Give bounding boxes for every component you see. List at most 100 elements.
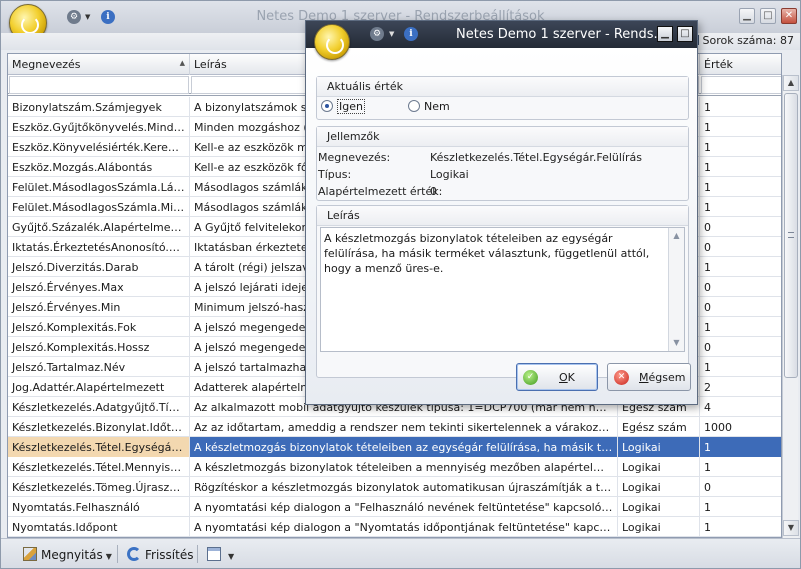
cell-value[interactable]: 0 (700, 337, 781, 357)
cell-description[interactable]: A nyomtatási kép dialogon a "Nyomtatás i… (190, 517, 618, 537)
cell-value[interactable]: 1 (700, 497, 781, 517)
filter-input-value[interactable] (701, 76, 781, 94)
table-row[interactable]: Készletkezelés.Tömeg.Újraszámítás Rögzíté… (8, 477, 781, 497)
cell-type[interactable]: Logikai (618, 477, 700, 497)
cell-value[interactable]: 1000 (700, 417, 781, 437)
radio-no[interactable]: Nem (408, 100, 450, 113)
cell-description[interactable]: Az az időtartam, ameddig a rendszer nem … (190, 417, 618, 437)
minimize-button[interactable]: ▁ (739, 8, 755, 24)
cell-name[interactable]: Bizonylatszám.Számjegyek (8, 97, 190, 117)
column-header-value[interactable]: Érték (700, 54, 781, 75)
cell-name[interactable]: Eszköz.Könyvelésiérték.Kerekítés (8, 137, 190, 157)
cell-name[interactable]: Jelszó.Komplexitás.Fok (8, 317, 190, 337)
cell-value[interactable]: 1 (700, 177, 781, 197)
cell-value[interactable]: 1 (700, 197, 781, 217)
radio-no-circle[interactable] (408, 100, 420, 112)
cell-value[interactable]: 1 (700, 257, 781, 277)
cell-name[interactable]: Készletkezelés.Tömeg.Újraszámítás (8, 477, 190, 497)
radio-yes-label[interactable]: Igen (337, 99, 365, 114)
report-button[interactable]: ▼ (201, 544, 240, 565)
table-row[interactable]: Nyomtatás.Időpont A nyomtatási kép dialog… (8, 517, 781, 537)
cell-name[interactable]: Jog.Adattér.Alapértelmezett (8, 377, 190, 397)
vertical-scrollbar[interactable]: ▲ ▼ (782, 75, 799, 538)
info-icon[interactable]: i (404, 27, 418, 41)
app-menu-orb-icon[interactable] (314, 24, 350, 60)
cell-name[interactable]: Készletkezelés.Tétel.Mennyiség.... (8, 457, 190, 477)
cell-value[interactable]: 1 (700, 457, 781, 477)
cell-name[interactable]: Iktatás.ÉrkeztetésAnonosító.Meg... (8, 237, 190, 257)
cell-name[interactable]: Eszköz.Gyűjtőkönyvelés.Mindenm... (8, 117, 190, 137)
scroll-up-button[interactable]: ▲ (783, 75, 799, 91)
dialog-minimize-button[interactable]: ▁ (657, 26, 673, 42)
dialog-maximize-button[interactable]: □ (677, 26, 693, 42)
scroll-down-button[interactable]: ▼ (669, 335, 684, 350)
cell-name[interactable]: Jelszó.Érvényes.Max (8, 277, 190, 297)
cell-value[interactable]: 1 (700, 317, 781, 337)
cell-value[interactable]: 1 (700, 157, 781, 177)
current-value-group: Aktuális érték Igen Nem (316, 76, 689, 120)
scroll-up-button[interactable]: ▲ (669, 228, 684, 243)
cell-value[interactable]: 0 (700, 277, 781, 297)
radio-yes[interactable]: Igen (321, 99, 365, 114)
cell-type[interactable]: Logikai (618, 457, 700, 477)
ok-button[interactable]: ✓ OK (516, 363, 598, 391)
radio-yes-circle[interactable] (321, 100, 333, 112)
cell-type[interactable]: Egész szám (618, 417, 700, 437)
description-group: Leírás A készletmozgás bizonylatok tétel… (316, 205, 689, 378)
close-button[interactable]: ✕ (781, 8, 797, 24)
cell-type[interactable]: Logikai (618, 497, 700, 517)
description-textarea[interactable]: A készletmozgás bizonylatok tételeiben a… (320, 227, 685, 352)
radio-no-label[interactable]: Nem (424, 100, 450, 113)
cell-value[interactable]: 1 (700, 517, 781, 537)
column-header-label: Leírás (194, 58, 227, 71)
cell-name[interactable]: Gyűjtő.Százalék.Alapértelmezett (8, 217, 190, 237)
cell-value[interactable]: 1 (700, 117, 781, 137)
group-title: Aktuális érték (317, 77, 688, 97)
cell-value[interactable]: 1 (700, 137, 781, 157)
cell-name[interactable]: Jelszó.Diverzitás.Darab (8, 257, 190, 277)
scroll-down-button[interactable]: ▼ (783, 520, 799, 536)
cell-value[interactable]: 4 (700, 397, 781, 417)
cell-type[interactable]: Logikai (618, 517, 700, 537)
cell-name[interactable]: Készletkezelés.Bizonylat.Időtúllépés (8, 417, 190, 437)
filter-input-name[interactable] (9, 76, 189, 94)
cell-name[interactable]: Készletkezelés.Adatgyűjtő.Típus (8, 397, 190, 417)
properties-group: Jellemzők Megnevezés: Készletkezelés.Tét… (316, 126, 689, 201)
cell-name[interactable]: Jelszó.Komplexitás.Hossz (8, 337, 190, 357)
cell-name[interactable]: Eszköz.Mozgás.Alábontás (8, 157, 190, 177)
gear-icon[interactable]: ⚙ (370, 27, 384, 41)
cell-type[interactable]: Logikai (618, 437, 700, 457)
cell-name[interactable]: Felület.MásodlagosSzámla.Látható (8, 177, 190, 197)
property-value: Készletkezelés.Tétel.Egységár.Felülírás (430, 151, 642, 164)
table-row[interactable]: Készletkezelés.Bizonylat.IdőtúllépésAz a… (8, 417, 781, 437)
open-button[interactable]: Megnyitás ▼ (17, 544, 118, 565)
cell-value[interactable]: 1 (700, 97, 781, 117)
cell-value[interactable]: 0 (700, 297, 781, 317)
maximize-button[interactable]: □ (760, 8, 776, 24)
cell-value[interactable]: 0 (700, 217, 781, 237)
cell-name[interactable]: Nyomtatás.Időpont (8, 517, 190, 537)
cell-value[interactable]: 0 (700, 477, 781, 497)
cell-name[interactable]: Jelszó.Tartalmaz.Név (8, 357, 190, 377)
cell-value[interactable]: 1 (700, 437, 781, 457)
cell-name[interactable]: Készletkezelés.Tétel.Egységár.Fe... (8, 437, 190, 457)
cell-value[interactable]: 0 (700, 237, 781, 257)
refresh-button[interactable]: Frissítés (121, 544, 199, 565)
cell-description[interactable]: Rögzítéskor a készletmozgás bizonylatok … (190, 477, 618, 497)
cell-name[interactable]: Felület.MásodlagosSzámla.Mindké... (8, 197, 190, 217)
cell-name[interactable]: Nyomtatás.Felhasználó (8, 497, 190, 517)
table-row[interactable]: Készletkezelés.Tétel.Egységár.Fe... A kés… (8, 437, 781, 457)
cell-value[interactable]: 1 (700, 357, 781, 377)
cell-description[interactable]: A nyomtatási kép dialogon a "Felhasználó… (190, 497, 618, 517)
chevron-down-icon[interactable]: ▼ (389, 30, 394, 38)
description-scrollbar[interactable]: ▲ ▼ (668, 228, 684, 351)
cell-description[interactable]: A készletmozgás bizonylatok tételeiben a… (190, 437, 618, 457)
cell-value[interactable]: 2 (700, 377, 781, 397)
cancel-button[interactable]: ✕ Mégsem (607, 363, 691, 391)
cell-name[interactable]: Jelszó.Érvényes.Min (8, 297, 190, 317)
cell-description[interactable]: A készletmozgás bizonylatok tételeiben a… (190, 457, 618, 477)
scroll-thumb[interactable] (784, 93, 798, 378)
table-row[interactable]: Készletkezelés.Tétel.Mennyiség.... A kész… (8, 457, 781, 477)
column-header-name[interactable]: Megnevezés ▲ (8, 54, 190, 75)
table-row[interactable]: Nyomtatás.Felhasználó A nyomtatási kép di… (8, 497, 781, 517)
